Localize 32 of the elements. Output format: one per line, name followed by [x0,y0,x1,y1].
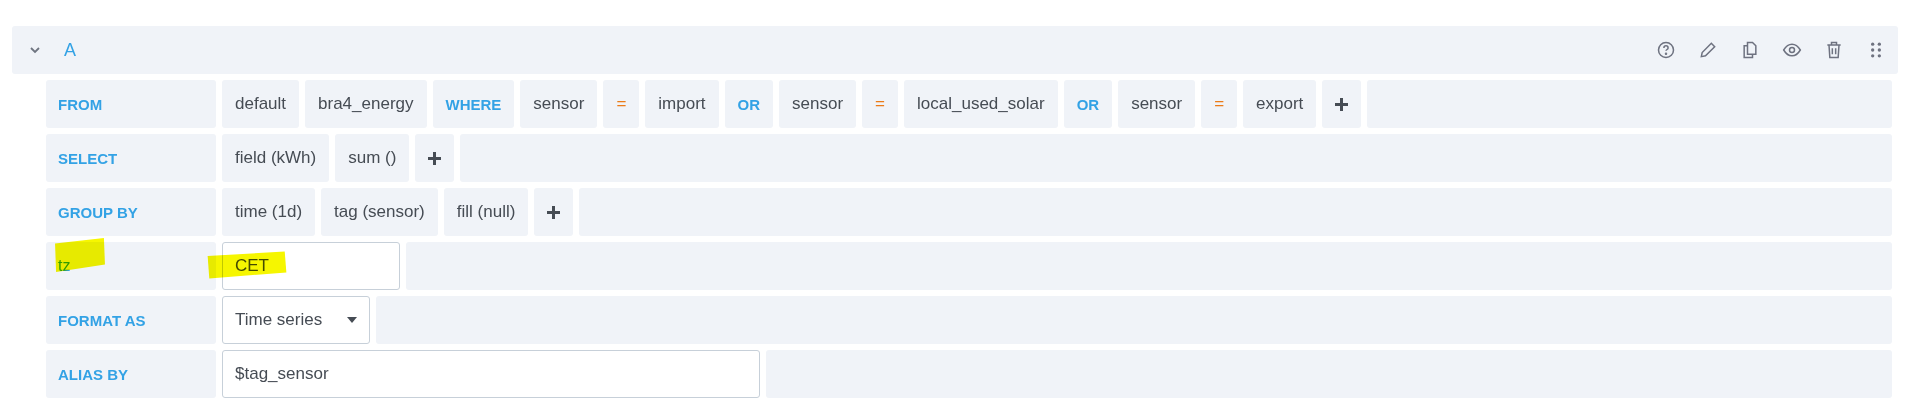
eye-icon[interactable] [1782,40,1802,60]
query-segment[interactable]: local_used_solar [904,80,1058,128]
query-segment[interactable]: sensor [779,80,857,128]
row-label: ALIAS BY [46,350,216,398]
add-button[interactable] [415,134,455,182]
help-icon[interactable] [1656,40,1676,60]
trash-icon[interactable] [1824,40,1844,60]
plus-icon [1335,97,1349,111]
add-button[interactable] [1322,80,1362,128]
plus-icon [547,205,561,219]
format-select[interactable]: Time series [222,296,370,344]
row-label: SELECT [46,134,216,182]
query-segment[interactable]: sensor [520,80,598,128]
query-segment[interactable]: bra4_energy [305,80,427,128]
plus-icon [428,151,442,165]
query-segment[interactable]: field (kWh) [222,134,330,182]
query-segment[interactable]: export [1243,80,1317,128]
query-segment[interactable]: sum () [335,134,410,182]
query-segment[interactable]: sensor [1118,80,1196,128]
query-segment[interactable]: fill (null) [443,188,529,236]
query-segment[interactable]: import [645,80,719,128]
query-segment[interactable]: time (1d) [222,188,316,236]
text-field[interactable]: $tag_sensor [222,350,760,398]
pencil-icon[interactable] [1698,40,1718,60]
add-button[interactable] [534,188,574,236]
caret-icon [347,317,357,323]
row-label: FROM [46,80,216,128]
row-label: FORMAT AS [46,296,216,344]
row-label: GROUP BY [46,188,216,236]
copy-icon[interactable] [1740,40,1760,60]
query-segment[interactable]: default [222,80,300,128]
query-segment[interactable]: tag (sensor) [321,188,438,236]
